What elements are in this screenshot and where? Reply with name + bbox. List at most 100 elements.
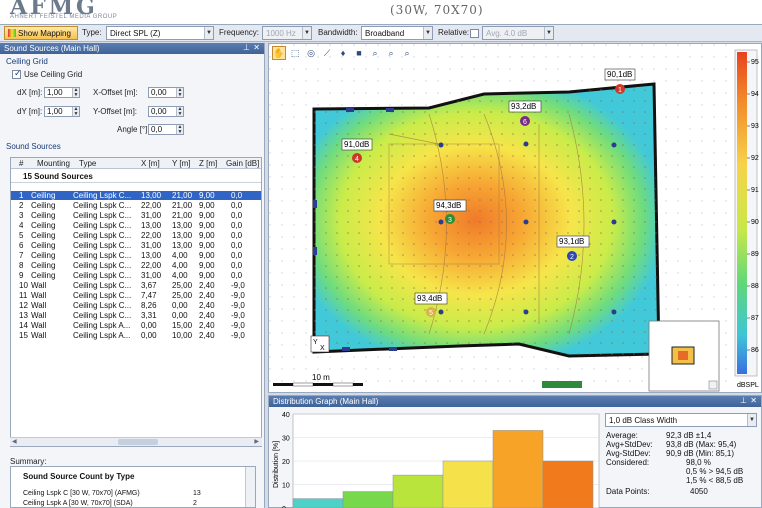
table-row[interactable]: 10 Wall Ceiling Lspk C... 3,67 25,00 2,40 -9,0 [11,281,261,290]
table-cell: Ceiling Lspk C... [73,191,132,200]
scroll-right-icon[interactable]: ▶ [254,438,259,445]
scale-label: 10 m [312,373,330,382]
column-header[interactable]: X [m] [141,159,160,168]
table-cell: Ceiling [31,251,56,260]
column-header[interactable]: # [19,159,23,168]
table-cell: 25,00 [172,281,193,290]
area-icon[interactable]: ■ [352,46,366,60]
table-row[interactable]: 2 Ceiling Ceiling Lspk C... 22,00 21,00 9,00 0… [11,201,261,210]
frequency-select[interactable]: 1000 Hz ▼ [262,26,312,40]
table-row[interactable]: 14 Wall Ceiling Lspk A... 0,00 15,00 2,40 -9,0 [11,321,261,330]
zoom-fit-icon[interactable]: ⌕ [368,46,382,60]
relative-checkbox[interactable] [470,29,479,38]
table-cell: Ceiling Lspk C... [73,291,132,300]
angle-input[interactable]: 0,0 ▲ ▼ [148,124,184,135]
overview-thumbnail[interactable] [648,320,720,392]
table-cell: 6 [19,241,24,250]
target-icon[interactable]: ◎ [304,46,318,60]
distribution-stats: Average: 92,3 dB ±1,4 Avg+StdDev: 93,8 dB … [604,412,759,508]
table-cell: Wall [31,311,47,320]
table-row[interactable]: 15 Wall Ceiling Lspk A... 0,00 10,00 2,40 -9,0 [11,331,261,340]
colorbar-tick-label: 95 [751,59,759,66]
column-header[interactable]: Y [m] [172,159,191,168]
scroll-left-icon[interactable]: ◀ [12,438,17,445]
table-row[interactable]: 3 Ceiling Ceiling Lspk C... 31,00 21,00 9,00 0… [11,211,261,220]
colorbar-tick-label: 93 [751,123,759,130]
frequency-value: 1000 Hz [266,29,296,38]
relative-value: Avg. 4.0 dB [486,29,528,38]
group-row[interactable]: 15 Sound Sources [11,170,261,183]
bandwidth-select[interactable]: Broadband ▼ [361,26,433,40]
table-row[interactable]: 11 Wall Ceiling Lspk C... 7,47 25,00 2,40 -9,0 [11,291,261,300]
dy-input[interactable]: 1,00 ▲ ▼ [44,106,80,117]
table-row[interactable]: 8 Ceiling Ceiling Lspk C... 22,00 4,00 9,00 0,… [11,261,261,270]
marker-label: 93,2dB [511,102,536,111]
relative-select[interactable]: Avg. 4.0 dB ▼ [482,26,554,40]
table-cell: Ceiling [31,241,56,250]
table-cell: Ceiling [31,221,56,230]
type-select[interactable]: Direct SPL (Z) ▼ [106,26,214,40]
table-cell: 0,00 [172,311,188,320]
angle-label: Angle [°]: [117,125,150,134]
yoffset-input[interactable]: 0,00 ▲ ▼ [148,106,184,117]
table-row[interactable]: 12 Wall Ceiling Lspk C... 8,26 0,00 2,40 -9,0 [11,301,261,310]
table-row[interactable]: 6 Ceiling Ceiling Lspk C... 31,00 13,00 9,00 0… [11,241,261,250]
mapping-view[interactable]: 90,1dB 93,1dB 94,3dB 91,0dB 93,4dB 93,2d… [268,43,762,394]
horizontal-scrollbar[interactable]: ◀ ▶ [10,437,262,446]
table-cell: Ceiling Lspk C... [73,311,132,320]
distribution-title: Distribution Graph (Main Hall) ⊥ ✕ [269,396,761,407]
column-header[interactable]: Gain [dB] [226,159,259,168]
zoom-in-icon[interactable]: ⌕ [384,46,398,60]
spinner-icon[interactable]: ▲ ▼ [72,88,79,98]
close-icon[interactable]: ✕ [253,43,260,52]
select-rect-icon[interactable]: ⬚ [288,46,302,60]
table-row[interactable]: 13 Wall Ceiling Lspk C... 3,31 0,00 2,40 -9,0 [11,311,261,320]
table-cell: 31,00 [141,241,162,250]
zoom-out-icon[interactable]: ⌕ [400,46,414,60]
vertical-scrollbar[interactable] [245,467,255,507]
panel-title: Sound Sources (Main Hall) ⊥ ✕ [0,43,264,54]
spinner-icon[interactable]: ▲ ▼ [176,88,183,98]
marker-label: 91,0dB [344,140,369,149]
spinner-icon[interactable]: ▲ ▼ [176,107,183,117]
chevron-down-icon: ▼ [423,27,432,39]
table-cell: 7,47 [141,291,157,300]
table-cell: 9,00 [199,261,215,270]
column-header[interactable]: Mounting [37,159,70,168]
xoffset-input[interactable]: 0,00 ▲ ▼ [148,87,184,98]
table-cell: 3,67 [141,281,157,290]
table-row[interactable]: 7 Ceiling Ceiling Lspk C... 13,00 4,00 9,00 0,… [11,251,261,260]
probe-icon[interactable]: ♦ [336,46,350,60]
spinner-icon[interactable]: ▲ ▼ [72,107,79,117]
use-ceiling-grid-checkbox[interactable]: ✓ Use Ceiling Grid [12,68,82,79]
dx-input[interactable]: 1,00 ▲ ▼ [44,87,80,98]
table-cell: 22,00 [141,261,162,270]
table-cell: 2,40 [199,311,215,320]
show-mapping-button[interactable]: Show Mapping [4,26,78,40]
table-cell: 0,00 [141,331,157,340]
table-cell: Wall [31,321,47,330]
table-cell: 31,00 [141,211,162,220]
spinner-icon[interactable]: ▲ ▼ [176,125,183,135]
table-cell: 4,00 [172,271,188,280]
scroll-thumb[interactable] [118,439,158,445]
table-cell: 9,00 [199,251,215,260]
table-row[interactable]: 5 Ceiling Ceiling Lspk C... 22,00 13,00 9,00 0… [11,231,261,240]
column-header[interactable]: Type [79,159,96,168]
hand-icon[interactable]: ✋ [272,46,286,60]
table-row[interactable]: 1 Ceiling Ceiling Lspk C... 13,00 21,00 9,00 0… [11,191,261,200]
pin-icon[interactable]: ⊥ [243,43,250,52]
table-row[interactable]: 9 Ceiling Ceiling Lspk C... 31,00 4,00 9,00 0,… [11,271,261,280]
table-cell: 3 [19,211,24,220]
table-cell: 13,00 [172,221,193,230]
table-cell: 8,26 [141,301,157,310]
table-cell: Ceiling Lspk C... [73,241,132,250]
table-row[interactable]: 4 Ceiling Ceiling Lspk C... 13,00 13,00 9,00 0… [11,221,261,230]
table-cell: Ceiling Lspk C... [73,261,132,270]
xoffset-value: 0,00 [151,88,167,97]
measure-icon[interactable]: ⟋ [320,46,334,60]
column-header[interactable]: Z [m] [199,159,217,168]
close-icon[interactable]: ✕ [750,396,757,405]
checkbox-checked-icon: ✓ [12,68,22,79]
pin-icon[interactable]: ⊥ [740,396,747,405]
